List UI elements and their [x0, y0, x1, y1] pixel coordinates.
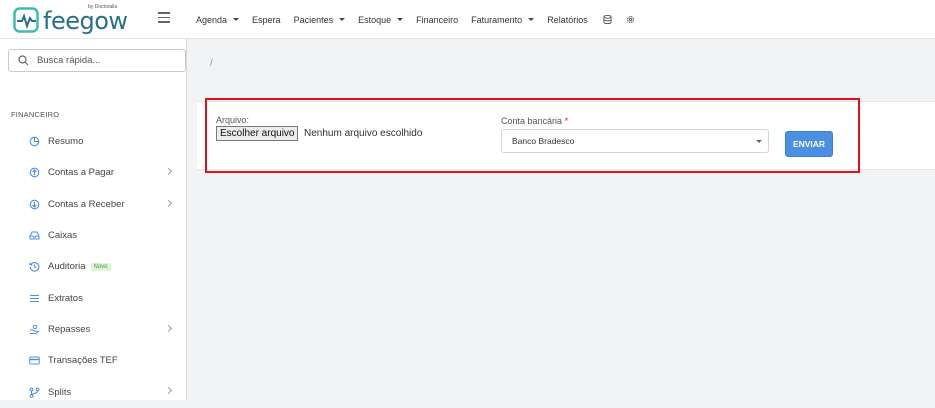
- pie-chart-icon: [29, 136, 40, 147]
- sidebar-item-label: Contas a Receber: [48, 198, 125, 210]
- nav-item-espera[interactable]: Espera: [252, 15, 281, 25]
- search-icon: [18, 55, 29, 66]
- breadcrumb: /: [210, 58, 213, 69]
- chevron-right-icon: [164, 168, 173, 176]
- nav-item-relatorios[interactable]: Relatórios: [547, 15, 588, 25]
- sidebar-item-auditoria[interactable]: Auditoria Novo: [0, 251, 186, 282]
- caret-down-icon: [339, 18, 346, 21]
- inbox-icon: [29, 230, 40, 241]
- list-icon: [29, 293, 40, 304]
- nav-item-faturamento[interactable]: Faturamento: [471, 14, 535, 25]
- section-title: FINANCEIRO: [11, 110, 60, 119]
- sidebar-item-label: Extratos: [48, 292, 83, 304]
- main-nav: Agenda Espera Pacientes Estoque Financei…: [196, 0, 647, 39]
- sidebar-item-label: Contas a Pagar: [48, 167, 115, 179]
- new-badge: Novo: [90, 262, 111, 271]
- sidebar-item-contas-a-receber[interactable]: Contas a Receber: [0, 189, 186, 220]
- nav-item-financeiro[interactable]: Financeiro: [416, 15, 458, 25]
- nav-item-agenda[interactable]: Agenda: [196, 14, 240, 25]
- feegow-logo[interactable]: feegow by Doctoralia: [13, 4, 133, 36]
- caret-down-icon: [397, 18, 404, 21]
- sidebar-item-caixas[interactable]: Caixas: [0, 220, 186, 251]
- credit-card-icon: [29, 355, 40, 366]
- sidebar-item-repasses[interactable]: Repasses: [0, 314, 186, 345]
- menu-toggle-icon[interactable]: [158, 12, 170, 23]
- nav-label: Relatórios: [547, 14, 588, 25]
- arrow-down-circle-icon: [29, 199, 40, 210]
- sidebar: FINANCEIRO Resumo Contas a Pagar Contas …: [0, 39, 187, 400]
- nav-label: Espera: [252, 14, 281, 25]
- sidebar-item-resumo[interactable]: Resumo: [0, 126, 186, 157]
- nav-item-pacientes[interactable]: Pacientes: [294, 15, 346, 25]
- chevron-right-icon: [164, 199, 173, 207]
- sidebar-item-label: Auditoria: [48, 261, 86, 273]
- sidebar-item-label: Splits: [48, 386, 72, 398]
- nav-label: Financeiro: [416, 14, 459, 25]
- sidebar-item-extratos[interactable]: Extratos: [0, 282, 186, 313]
- sidebar-item-label: Resumo: [48, 136, 84, 148]
- sidebar-item-splits[interactable]: Splits: [0, 376, 186, 407]
- nav-label: Estoque: [358, 14, 392, 25]
- brand-name: feegow: [43, 7, 128, 35]
- sidebar-item-transacoes-tef[interactable]: Transações TEF: [0, 345, 186, 376]
- arrow-up-circle-icon: [29, 167, 40, 178]
- nav-label: Pacientes: [293, 14, 334, 25]
- caret-down-icon: [233, 18, 240, 21]
- highlight-box: [205, 98, 860, 173]
- nav-label: Faturamento: [471, 14, 523, 25]
- nav-label: Agenda: [196, 14, 228, 25]
- logo-mark-icon: [13, 7, 39, 33]
- sidebar-menu: Resumo Contas a Pagar Contas a Receber C…: [0, 126, 186, 408]
- chevron-right-icon: [164, 387, 173, 395]
- brand-by: by Doctoralia: [88, 4, 118, 10]
- sidebar-item-label: Caixas: [48, 230, 78, 242]
- hand-coins-icon: [29, 324, 40, 335]
- sidebar-item-contas-a-pagar[interactable]: Contas a Pagar: [0, 157, 186, 188]
- nav-item-estoque[interactable]: Estoque: [358, 14, 404, 25]
- caret-down-icon: [528, 18, 535, 21]
- search-input[interactable]: [37, 55, 167, 66]
- sidebar-item-label: Transações TEF: [48, 355, 118, 367]
- sidebar-item-label: Repasses: [48, 323, 91, 335]
- gear-icon[interactable]: [626, 15, 635, 24]
- quick-search[interactable]: [8, 49, 186, 72]
- history-icon: [29, 261, 40, 273]
- split-icon: [29, 387, 40, 398]
- chevron-right-icon: [164, 324, 173, 332]
- top-bar: feegow by Doctoralia Agenda Espera Pacie…: [0, 0, 935, 39]
- database-icon[interactable]: [603, 15, 612, 24]
